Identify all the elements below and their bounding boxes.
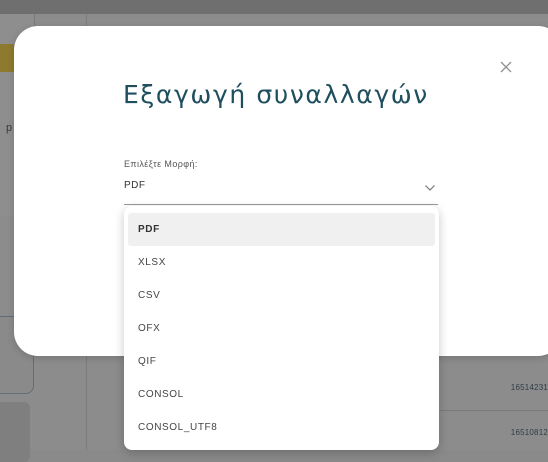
format-option-xlsx[interactable]: XLSX: [128, 246, 435, 279]
format-option-pdf[interactable]: PDF: [128, 213, 435, 246]
format-dropdown-menu: PDF XLSX CSV OFX QIF CONSOL CONSOL_UTF8: [124, 206, 439, 450]
format-select-value: PDF: [124, 180, 146, 191]
background-header: [0, 0, 548, 14]
format-option-consol[interactable]: CONSOL: [128, 378, 435, 411]
background-left-text: p: [6, 122, 13, 134]
format-option-consol-utf8[interactable]: CONSOL_UTF8: [128, 411, 435, 444]
close-button[interactable]: [497, 58, 515, 76]
format-select-label: Επιλέξτε Μορφή:: [124, 159, 198, 169]
format-option-ofx[interactable]: OFX: [128, 312, 435, 345]
modal-title: Εξαγωγή συναλλαγών: [123, 80, 429, 109]
background-row-number: 16514231: [510, 383, 548, 392]
background-row-number: 16510812: [510, 428, 548, 437]
background-card: [0, 402, 30, 462]
format-option-csv[interactable]: CSV: [128, 279, 435, 312]
format-option-qif[interactable]: QIF: [128, 345, 435, 378]
background-row-divider: [440, 410, 548, 411]
format-options-list: PDF XLSX CSV OFX QIF CONSOL CONSOL_UTF8: [124, 206, 439, 444]
background-accent: [0, 44, 14, 72]
close-icon: [500, 61, 512, 73]
chevron-down-icon: [425, 185, 435, 191]
format-select[interactable]: PDF: [124, 176, 438, 205]
